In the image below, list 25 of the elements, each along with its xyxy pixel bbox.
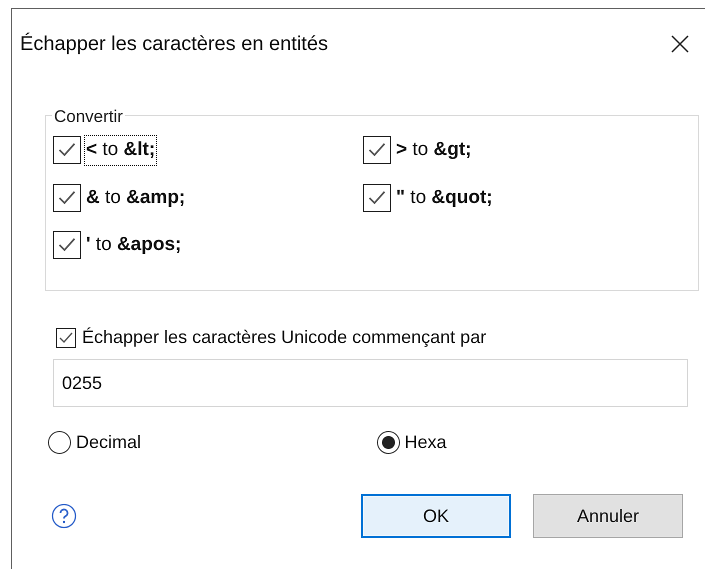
checkbox[interactable] bbox=[53, 231, 81, 260]
checkbox-label[interactable]: < to &lt; bbox=[85, 136, 156, 164]
radio-button[interactable] bbox=[48, 431, 71, 454]
checkbox-label[interactable]: & to &amp; bbox=[85, 184, 186, 212]
checkbox[interactable] bbox=[56, 328, 76, 348]
checkbox[interactable] bbox=[53, 184, 81, 212]
radio-button[interactable] bbox=[376, 431, 400, 454]
checkbox-label[interactable]: ' to &apos; bbox=[85, 231, 182, 260]
check-icon bbox=[367, 188, 387, 207]
check-icon bbox=[58, 330, 74, 344]
help-icon[interactable] bbox=[51, 503, 77, 529]
check-icon bbox=[57, 188, 77, 207]
checkbox[interactable] bbox=[53, 136, 81, 164]
window-title: Échapper les caractères en entités bbox=[20, 32, 328, 57]
close-icon bbox=[670, 34, 690, 54]
radio-label[interactable]: Hexa bbox=[404, 429, 447, 456]
checkbox-label[interactable]: " to &quot; bbox=[395, 184, 494, 212]
input-field[interactable]: 0255 bbox=[53, 359, 688, 407]
ok-button[interactable]: OK bbox=[361, 494, 511, 538]
radio-label[interactable]: Decimal bbox=[76, 429, 142, 456]
checkbox[interactable] bbox=[363, 136, 391, 164]
checkbox[interactable] bbox=[363, 184, 391, 212]
checkbox-label[interactable]: Échapper les caractères Unicode commençant par bbox=[82, 324, 486, 351]
checkbox-label[interactable]: > to &gt; bbox=[395, 136, 472, 164]
cancel-button[interactable]: Annuler bbox=[533, 494, 683, 538]
